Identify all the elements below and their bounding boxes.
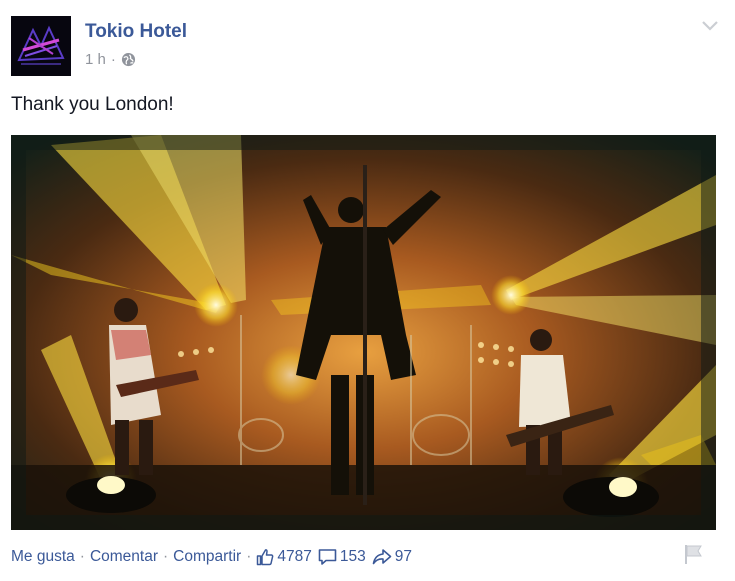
flag-icon[interactable] xyxy=(682,543,704,565)
comment-count-value: 153 xyxy=(339,548,366,565)
share-count-value: 97 xyxy=(394,548,412,565)
post-author-name[interactable]: Tokio Hotel xyxy=(85,21,187,43)
share-link[interactable]: Compartir xyxy=(173,548,241,566)
post-message: Thank you London! xyxy=(11,94,174,115)
concert-photo xyxy=(11,135,716,530)
facebook-post: Tokio Hotel 1 h · Thank you London! Me g… xyxy=(0,0,735,581)
comment-icon xyxy=(318,549,337,565)
chevron-down-icon[interactable] xyxy=(700,18,720,34)
like-link[interactable]: Me gusta xyxy=(11,548,75,566)
globe-icon[interactable] xyxy=(121,52,136,67)
post-photo[interactable] xyxy=(11,135,716,530)
post-timestamp[interactable]: 1 h xyxy=(85,51,106,68)
action-separator: · xyxy=(246,548,252,565)
like-count[interactable]: 4787 xyxy=(256,548,312,566)
comment-count[interactable]: 153 xyxy=(318,548,366,566)
avatar-logo-icon xyxy=(11,16,71,76)
action-separator: · xyxy=(163,548,169,565)
post-meta: 1 h · xyxy=(85,51,136,68)
page-avatar[interactable] xyxy=(11,16,71,76)
thumbs-up-icon xyxy=(257,549,274,566)
comment-link[interactable]: Comentar xyxy=(90,548,158,566)
action-separator: · xyxy=(79,548,85,565)
like-count-value: 4787 xyxy=(277,548,312,565)
meta-separator: · xyxy=(110,51,116,68)
share-count[interactable]: 97 xyxy=(372,548,412,566)
share-icon xyxy=(372,549,392,565)
post-actions: Me gusta · Comentar · Compartir · 4787 1… xyxy=(11,545,418,569)
